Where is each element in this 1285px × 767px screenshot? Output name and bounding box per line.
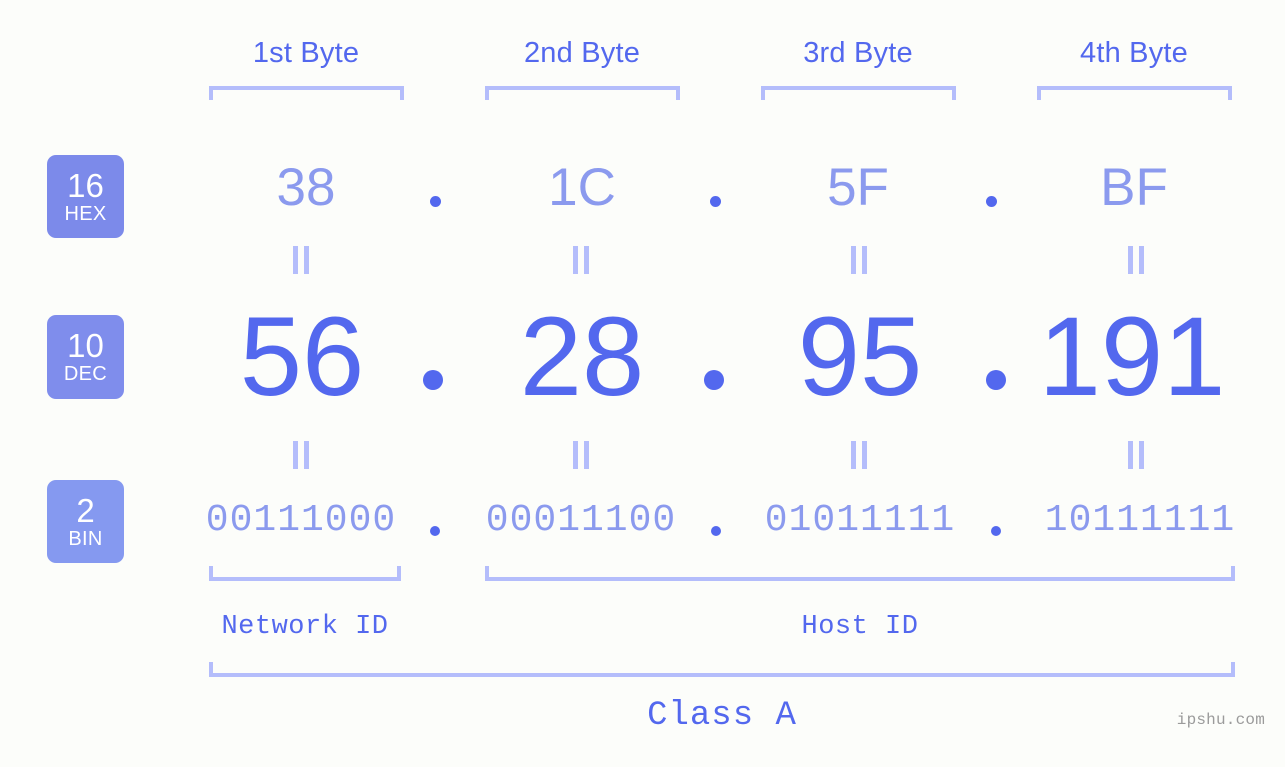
hex-byte-3: 5F [827,158,889,217]
byte-header-2: 2nd Byte [523,37,641,69]
byte-bracket-top-2 [485,86,680,100]
dec-separator-2 [704,370,724,390]
base-badge-bin-number: 2 [76,491,95,529]
byte-header-3: 3rd Byte [803,37,913,69]
bin-byte-3: 01011111 [764,499,956,542]
equals-icon-dec-bin-2 [573,441,589,469]
equals-icon-hex-dec-1 [293,246,309,274]
base-badge-dec-label: DEC [63,363,108,385]
ip-class-label: Class A [647,697,797,735]
bin-separator-2 [711,526,721,536]
byte-bracket-top-3 [761,86,956,100]
hex-byte-1: 38 [276,158,336,217]
bin-byte-2: 00011100 [485,499,677,542]
host-id-label: Host ID [801,612,919,642]
base-badge-hex-number: 16 [67,166,104,204]
bin-byte-4: 10111111 [1044,499,1236,542]
ip-class-bracket [209,662,1235,677]
bin-separator-1 [430,526,440,536]
base-badge-bin-label: BIN [68,527,103,550]
hex-separator-2 [710,196,721,207]
equals-icon-dec-bin-3 [851,441,867,469]
dec-byte-4: 191 [1038,294,1226,419]
base-badge-dec-number: 10 [67,327,104,364]
bin-separator-3 [991,526,1001,536]
hex-byte-2: 1C [548,158,616,217]
base-badge-hex-label: HEX [64,202,107,225]
bin-byte-1: 00111000 [205,499,397,542]
dec-byte-3: 95 [797,294,923,419]
equals-icon-dec-bin-1 [293,441,309,469]
host-id-bracket [485,566,1235,581]
base-badge-bin: 2 BIN [47,480,124,563]
byte-header-4: 4th Byte [1080,37,1188,69]
dec-separator-3 [986,370,1006,390]
equals-icon-hex-dec-4 [1128,246,1144,274]
base-badge-hex: 16 HEX [47,155,124,238]
ip-address-diagram: 1st Byte 2nd Byte 3rd Byte 4th Byte 16 H… [0,0,1285,767]
hex-separator-1 [430,196,441,207]
equals-icon-dec-bin-4 [1128,441,1144,469]
network-id-label: Network ID [221,612,389,642]
hex-byte-4: BF [1100,158,1168,217]
equals-icon-hex-dec-2 [573,246,589,274]
base-badge-dec: 10 DEC [47,315,124,399]
dec-byte-1: 56 [239,294,365,419]
byte-bracket-top-4 [1037,86,1232,100]
byte-bracket-top-1 [209,86,404,100]
network-id-bracket [209,566,401,581]
dec-separator-1 [423,370,443,390]
byte-header-1: 1st Byte [252,37,360,69]
dec-byte-2: 28 [519,294,645,419]
watermark: ipshu.com [1176,711,1265,729]
equals-icon-hex-dec-3 [851,246,867,274]
hex-separator-3 [986,196,997,207]
